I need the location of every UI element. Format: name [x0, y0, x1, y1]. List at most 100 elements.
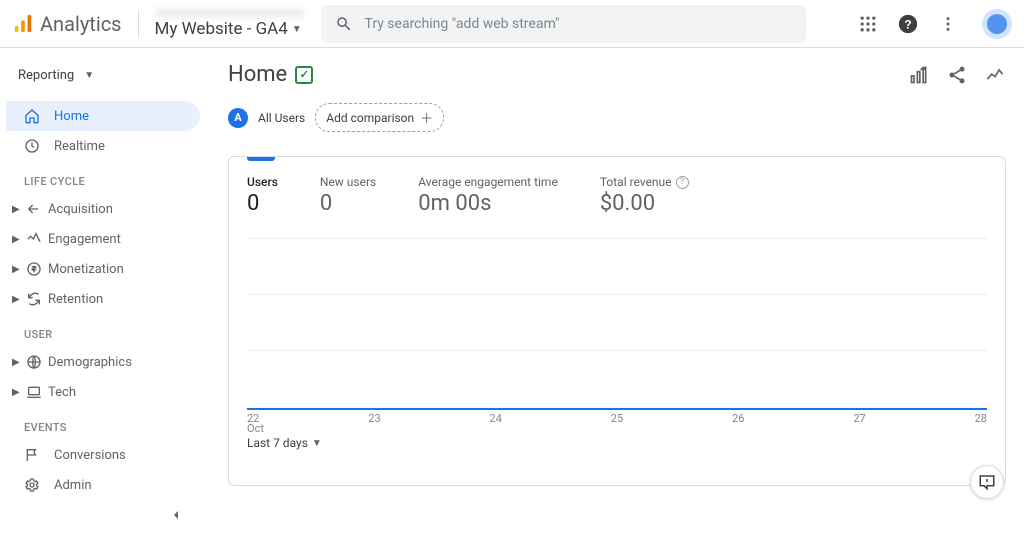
comparison-chips-row: A All Users Add comparison ＋: [228, 103, 1006, 132]
metric-label-text: Total revenue: [600, 175, 672, 189]
metric-new-users[interactable]: New users 0: [320, 175, 376, 216]
metric-total-revenue[interactable]: Total revenue ? $0.00: [600, 175, 689, 216]
sidebar-item-label: Realtime: [54, 139, 105, 154]
logo-block: Analytics: [12, 12, 122, 36]
page-title-text: Home: [228, 62, 287, 87]
sidebar-item-admin[interactable]: Admin: [6, 470, 200, 500]
x-month-label: Oct: [247, 422, 264, 424]
help-icon[interactable]: ?: [676, 176, 689, 189]
caret-down-icon: ▼: [84, 70, 94, 81]
property-selector[interactable]: My Website - GA4 ▼: [155, 8, 305, 39]
home-icon: [24, 108, 40, 124]
sidebar-item-conversions[interactable]: Conversions: [6, 440, 200, 470]
sidebar-item-acquisition[interactable]: ▶ Acquisition: [6, 194, 200, 224]
segment-badge: A: [228, 108, 248, 128]
sidebar-item-label: Retention: [48, 292, 103, 307]
sidebar-item-label: Home: [54, 109, 89, 124]
report-scope-selector[interactable]: Reporting ▼: [6, 62, 200, 89]
svg-text:?: ?: [904, 17, 911, 31]
chevron-right-icon: ▶: [12, 234, 20, 245]
verified-icon: ✓: [295, 66, 313, 84]
sidebar-item-engagement[interactable]: ▶ Engagement: [6, 224, 200, 254]
acquisition-icon: [26, 201, 42, 217]
page-title: Home ✓: [228, 62, 313, 87]
sidebar-item-label: Monetization: [48, 262, 124, 277]
sidebar-item-monetization[interactable]: ▶ Monetization: [6, 254, 200, 284]
active-metric-indicator: [247, 157, 275, 161]
gear-icon: [24, 477, 40, 493]
search-bar[interactable]: Try searching "add web stream": [321, 5, 807, 43]
caret-down-icon: ▼: [312, 438, 322, 449]
customize-report-icon[interactable]: [908, 64, 930, 86]
sidebar-item-label: Engagement: [48, 232, 121, 247]
clock-icon: [24, 138, 40, 154]
globe-icon: [26, 354, 42, 370]
search-placeholder: Try searching "add web stream": [365, 16, 560, 32]
metric-label: New users: [320, 175, 376, 189]
sidebar-item-label: Admin: [54, 478, 92, 493]
caret-down-icon: ▼: [292, 24, 302, 35]
sidebar-section-events: EVENTS: [6, 407, 200, 440]
sidebar-section-user: USER: [6, 314, 200, 347]
chevron-right-icon: ▶: [12, 387, 20, 398]
help-icon[interactable]: ?: [896, 12, 920, 36]
date-range-label: Last 7 days: [247, 436, 308, 450]
metrics-row: Users 0 New users 0 Average engagement t…: [247, 175, 987, 216]
sidebar-item-retention[interactable]: ▶ Retention: [6, 284, 200, 314]
metric-value: $0.00: [600, 191, 689, 216]
sidebar-item-demographics[interactable]: ▶ Demographics: [6, 347, 200, 377]
flag-icon: [24, 447, 40, 463]
segment-label: All Users: [258, 111, 305, 125]
sidebar-item-home[interactable]: Home: [6, 101, 200, 131]
analytics-logo-icon: [12, 13, 34, 35]
feedback-button[interactable]: [970, 465, 1004, 499]
chevron-right-icon: ▶: [12, 294, 20, 305]
header-divider: [138, 10, 139, 38]
sidebar-item-label: Acquisition: [48, 202, 113, 217]
sidebar-item-label: Conversions: [54, 448, 126, 463]
overview-card: Users 0 New users 0 Average engagement t…: [228, 156, 1006, 486]
app-header: Analytics My Website - GA4 ▼ Try searchi…: [0, 0, 1024, 48]
report-scope-label: Reporting: [18, 68, 74, 83]
sidebar-item-realtime[interactable]: Realtime: [6, 131, 200, 161]
chevron-right-icon: ▶: [12, 204, 20, 215]
sidebar-item-label: Demographics: [48, 355, 132, 370]
sidebar-item-label: Tech: [48, 385, 76, 400]
add-comparison-label: Add comparison: [326, 111, 414, 125]
trend-chart: 22 23 24 25 26 27 28 Oct: [247, 238, 987, 408]
insights-icon[interactable]: [984, 64, 1006, 86]
retention-icon: [26, 291, 42, 307]
device-icon: [26, 384, 42, 400]
add-comparison-button[interactable]: Add comparison ＋: [315, 103, 444, 132]
metric-label: Total revenue ?: [600, 175, 689, 189]
sidebar: Reporting ▼ Home Realtime LIFE CYCLE ▶ A…: [0, 48, 200, 537]
sidebar-item-tech[interactable]: ▶ Tech: [6, 377, 200, 407]
chevron-right-icon: ▶: [12, 357, 20, 368]
main-actions: [908, 64, 1006, 86]
metric-label: Users: [247, 175, 278, 189]
main-header: Home ✓: [228, 62, 1006, 87]
metric-engagement-time[interactable]: Average engagement time 0m 00s: [418, 175, 558, 216]
metric-value: 0: [247, 191, 278, 216]
product-name: Analytics: [40, 12, 122, 36]
share-icon[interactable]: [946, 64, 968, 86]
sidebar-section-lifecycle: LIFE CYCLE: [6, 161, 200, 194]
metric-value: 0m 00s: [418, 191, 558, 216]
metric-label: Average engagement time: [418, 175, 558, 189]
chevron-right-icon: ▶: [12, 264, 20, 275]
date-range-selector[interactable]: Last 7 days ▼: [247, 436, 987, 450]
plus-icon: ＋: [420, 108, 433, 127]
sidebar-collapse-button[interactable]: [164, 503, 188, 527]
metric-value: 0: [320, 191, 376, 216]
metric-users[interactable]: Users 0: [247, 175, 278, 216]
property-name: My Website - GA4: [155, 20, 288, 39]
account-path-blurred: [155, 8, 305, 18]
more-vert-icon[interactable]: [936, 12, 960, 36]
account-avatar[interactable]: [982, 9, 1012, 39]
apps-icon[interactable]: [856, 12, 880, 36]
main-content: Home ✓ A All Users Add comparison ＋: [200, 48, 1024, 537]
search-icon: [335, 15, 353, 33]
header-right-actions: ?: [856, 9, 1012, 39]
monetization-icon: [26, 261, 42, 277]
engagement-icon: [26, 231, 42, 247]
